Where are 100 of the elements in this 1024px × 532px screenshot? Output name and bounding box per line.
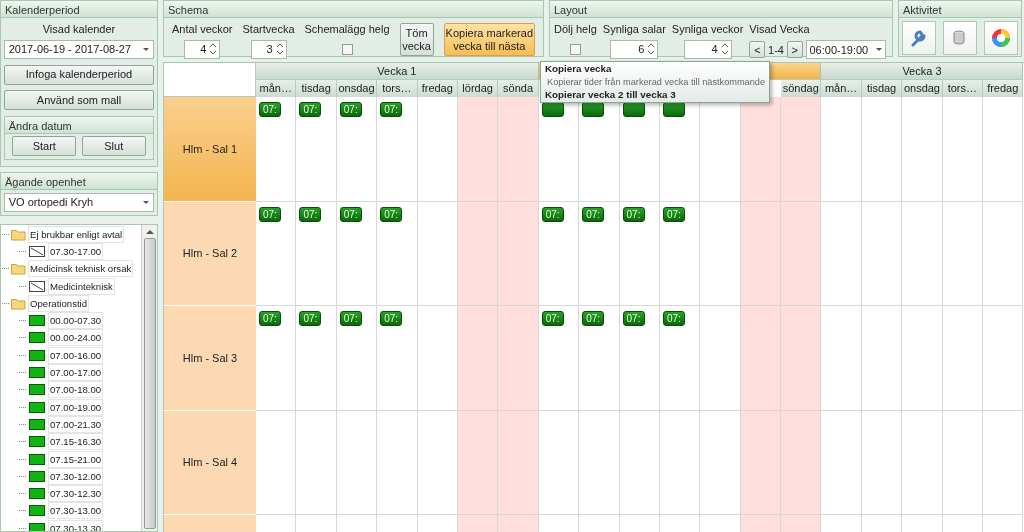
date-button[interactable]: Start [12, 136, 77, 157]
booking-chip[interactable]: 07: [299, 311, 322, 326]
day-header: tisdag [861, 80, 903, 97]
room-label[interactable]: Hlm - Sal 2 [164, 201, 256, 306]
tree-item[interactable]: Medicinteknisk [48, 277, 115, 295]
booking-chip[interactable]: 07: [662, 206, 685, 222]
booking-chip[interactable]: 07: [622, 206, 645, 222]
tree-item[interactable]: 00.00-07.30 [48, 312, 104, 330]
tree-item[interactable]: 07.30-13.00 [48, 502, 104, 520]
booking-chip[interactable]: 07: [380, 311, 403, 326]
action-button[interactable]: Använd som mall [3, 90, 155, 110]
schedule-cell[interactable]: 07: [377, 97, 418, 202]
day-header: fredag [417, 80, 458, 97]
schedule-cell[interactable]: 07: [377, 201, 418, 306]
next-button[interactable]: > [786, 41, 803, 59]
group-title: Ändra datum [4, 116, 154, 134]
tree-item[interactable]: 07.30-17.00 [48, 242, 104, 260]
day-header: fredag [983, 80, 1024, 97]
start-week-spinner[interactable]: 3 [250, 39, 287, 59]
schedule-cell[interactable]: 07: [579, 306, 620, 411]
tree-item[interactable]: 00.00-24.00 [48, 329, 104, 347]
day-header: tors… [377, 80, 418, 97]
action-button[interactable]: Kopiera markerad vecka till nästa [443, 23, 535, 56]
booking-chip[interactable]: 07: [662, 311, 685, 326]
tree-item[interactable]: 07.30-12.00 [48, 467, 104, 485]
schedule-cell[interactable]: 07: [256, 306, 297, 411]
field-label: Synliga salar [602, 22, 666, 37]
schedule-cell[interactable]: 07: [538, 306, 580, 411]
field-label: Antal veckor [172, 22, 233, 37]
booking-chip[interactable]: 07: [582, 206, 605, 222]
booking-chip[interactable]: 07: [622, 311, 645, 326]
field-label: Dölj helg [554, 22, 597, 37]
tree-item[interactable]: 07.00-16.00 [48, 346, 104, 364]
room-label[interactable]: Hlm - Sal 3 [164, 306, 256, 411]
rooms-spinner[interactable]: 6 [610, 39, 659, 59]
tree-item[interactable]: 07.00-17.00 [48, 364, 104, 381]
weeks-spinner[interactable]: 4 [683, 39, 732, 59]
tree-item[interactable]: 07.15-16.30 [48, 433, 104, 451]
booking-chip[interactable]: 07: [339, 102, 362, 117]
booking-chip[interactable]: 07: [299, 102, 322, 117]
day-header: sönda [498, 80, 539, 97]
group-title: Layout [550, 1, 892, 18]
schedule-cell[interactable]: 07: [336, 201, 378, 306]
tooltip-footer: Kopierar vecka 2 till vecka 3 [545, 89, 676, 101]
booking-chip[interactable]: 07: [380, 206, 403, 222]
tree-item[interactable]: Medicinsk teknisk orsak [28, 260, 134, 278]
day-header: tors… [942, 80, 984, 97]
booking-chip[interactable]: 07: [339, 206, 362, 222]
panel-title: Kalenderperiod [1, 1, 157, 18]
day-header: onsdag [336, 80, 378, 97]
day-header: söndag [781, 80, 822, 97]
action-button[interactable]: Töm vecka [399, 23, 434, 56]
tree-item[interactable]: Operationstid [28, 294, 90, 312]
schedule-cell[interactable]: 07: [538, 201, 580, 306]
tree-item[interactable]: 07.30-12.30 [48, 485, 104, 503]
booking-chip[interactable]: 07: [299, 206, 322, 222]
field-label: Schemalägg helg [304, 22, 390, 37]
schedule-cell[interactable]: 07: [336, 306, 378, 411]
booking-chip[interactable]: 07: [259, 102, 281, 117]
tree-item[interactable]: 07.00-21.30 [48, 415, 104, 433]
schedule-cell[interactable]: 07: [256, 97, 297, 202]
field-label: Visad kalender [41, 21, 117, 37]
date-button[interactable]: Slut [81, 136, 146, 157]
schedule-cell[interactable]: 07: [296, 97, 337, 202]
booking-chip[interactable]: 07: [339, 311, 362, 326]
week-header[interactable]: Vecka 3 [821, 63, 1024, 80]
schedule-cell[interactable]: 07: [579, 201, 620, 306]
booking-chip[interactable]: 07: [541, 311, 564, 326]
action-button[interactable]: Infoga kalenderperiod [3, 64, 155, 85]
tree-item[interactable]: 07.30-13.30 [48, 519, 104, 531]
room-label[interactable]: Hlm - Sal 4 [164, 410, 256, 515]
tree-item[interactable]: 07.00-19.00 [48, 398, 104, 416]
time-dropdown[interactable]: 06:00-19:00 [805, 40, 886, 60]
week-range: 1-4 [768, 42, 784, 58]
unit-dropdown[interactable]: VO ortopedi Kryh [3, 192, 155, 212]
booking-chip[interactable]: 07: [259, 206, 281, 222]
booking-chip[interactable]: 07: [541, 206, 564, 222]
field-label: Synliga veckor [671, 22, 744, 37]
schedule-cell[interactable]: 07: [659, 306, 701, 411]
room-label[interactable]: Hlm - Sal 1 [164, 97, 256, 202]
week-header[interactable]: Vecka 1 [256, 63, 539, 80]
schedule-cell[interactable]: 07: [296, 306, 337, 411]
schedule-cell[interactable]: 07: [619, 306, 660, 411]
prev-button[interactable]: < [749, 41, 766, 59]
booking-chip[interactable]: 07: [259, 311, 281, 326]
schedule-cell[interactable]: 07: [619, 201, 660, 306]
tree-item[interactable]: Ej brukbar enligt avtal [28, 225, 125, 243]
calendar-dropdown[interactable]: 2017-06-19 - 2017-08-27 [3, 40, 155, 59]
tree-item[interactable]: 07.15-21.00 [48, 450, 104, 468]
booking-chip[interactable]: 07: [380, 102, 403, 117]
schedule-cell[interactable]: 07: [336, 97, 378, 202]
field-label: Startvecka [242, 22, 295, 37]
tree-item[interactable]: 07.00-18.00 [48, 381, 104, 399]
day-header: lördag [457, 80, 499, 97]
schedule-cell[interactable]: 07: [659, 201, 701, 306]
schedule-cell[interactable]: 07: [256, 201, 297, 306]
schedule-cell[interactable]: 07: [377, 306, 418, 411]
weeks-spinner[interactable]: 4 [184, 39, 221, 59]
schedule-cell[interactable]: 07: [296, 201, 337, 306]
booking-chip[interactable]: 07: [582, 311, 605, 326]
